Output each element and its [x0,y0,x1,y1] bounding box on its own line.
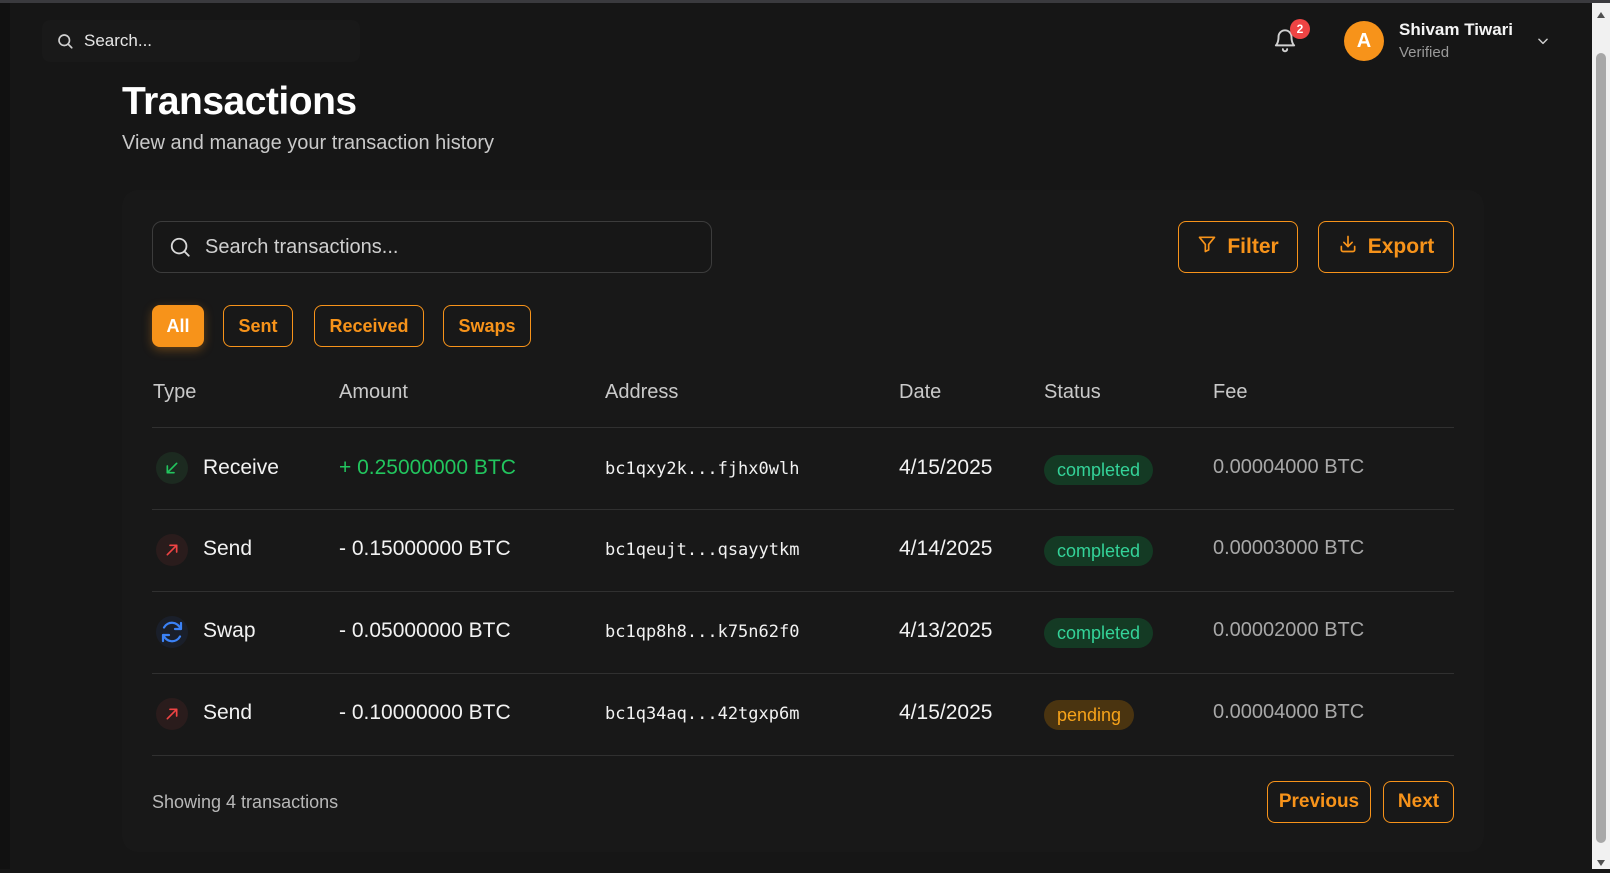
tab-swaps[interactable]: Swaps [443,305,531,347]
table-row[interactable]: Receive + 0.25000000 BTC bc1qxy2k...fjhx… [0,428,1592,508]
arrow-up-right-icon [156,534,188,566]
transaction-date: 4/15/2025 [899,701,993,724]
column-header-type: Type [153,381,197,403]
global-search[interactable]: Search... [42,20,360,62]
tab-all[interactable]: All [152,305,204,347]
tab-sent[interactable]: Sent [223,305,293,347]
column-header-amount: Amount [339,381,408,403]
transaction-fee: 0.00003000 BTC [1213,537,1365,559]
transaction-date: 4/14/2025 [899,537,993,560]
page-subtitle: View and manage your transaction history [122,132,495,154]
scroll-down-arrow-icon[interactable] [1596,855,1606,866]
page-title: Transactions [122,80,357,123]
user-name[interactable]: Shivam Tiwari [1399,20,1513,40]
arrow-down-left-icon [156,452,188,484]
transaction-amount: - 0.10000000 BTC [339,701,511,724]
notification-count-badge: 2 [1290,19,1310,39]
column-header-address: Address [605,381,679,403]
transaction-search-field[interactable] [152,221,712,273]
status-badge: completed [1044,536,1154,566]
table-row[interactable]: Swap - 0.05000000 BTC bc1qp8h8...k75n62f… [0,592,1592,672]
download-icon [1338,234,1358,260]
chevron-down-icon[interactable] [1536,34,1550,48]
transaction-type: Send [203,701,253,724]
column-header-date: Date [899,381,942,403]
search-icon [56,32,74,50]
scroll-up-arrow-icon[interactable] [1596,7,1606,18]
transaction-address: bc1q34aq...42tgxp6m [605,704,800,724]
row-divider [152,755,1454,756]
search-icon [169,236,191,258]
transaction-fee: 0.00004000 BTC [1213,701,1365,723]
transaction-fee: 0.00004000 BTC [1213,456,1365,478]
filter-icon [1197,234,1217,260]
avatar[interactable]: A [1344,21,1384,61]
pagination-summary: Showing 4 transactions [152,792,339,812]
page-scrollbar[interactable] [1592,3,1610,869]
scrollbar-thumb[interactable] [1596,53,1606,843]
transaction-amount: - 0.05000000 BTC [339,619,511,642]
refresh-icon [156,616,188,648]
transaction-type: Receive [203,456,279,479]
user-verification-status: Verified [1399,44,1450,61]
export-button[interactable]: Export [1318,221,1454,273]
table-row[interactable]: Send - 0.10000000 BTC bc1q34aq...42tgxp6… [0,674,1592,754]
column-header-status: Status [1044,381,1101,403]
filter-button[interactable]: Filter [1178,221,1298,273]
transaction-type: Send [203,537,253,560]
global-search-placeholder: Search... [84,31,153,50]
transaction-type: Swap [203,619,256,642]
status-badge: completed [1044,455,1154,485]
transaction-date: 4/15/2025 [899,456,993,479]
transaction-search-input[interactable] [203,234,687,260]
column-header-fee: Fee [1213,381,1248,403]
transaction-address: bc1qeujt...qsayytkm [605,540,800,560]
tab-received[interactable]: Received [314,305,424,347]
status-badge: completed [1044,618,1154,648]
arrow-up-right-icon [156,698,188,730]
status-badge: pending [1044,700,1135,730]
transaction-amount: + 0.25000000 BTC [339,456,516,479]
previous-page-button[interactable]: Previous [1267,781,1371,823]
transaction-amount: - 0.15000000 BTC [339,537,511,560]
table-row[interactable]: Send - 0.15000000 BTC bc1qeujt...qsayytk… [0,510,1592,590]
transaction-fee: 0.00002000 BTC [1213,619,1365,641]
filter-button-label: Filter [1227,235,1279,258]
transaction-address: bc1qp8h8...k75n62f0 [605,622,800,642]
next-page-button[interactable]: Next [1383,781,1454,823]
transaction-address: bc1qxy2k...fjhx0wlh [605,459,800,479]
export-button-label: Export [1367,235,1435,258]
transaction-date: 4/13/2025 [899,619,993,642]
